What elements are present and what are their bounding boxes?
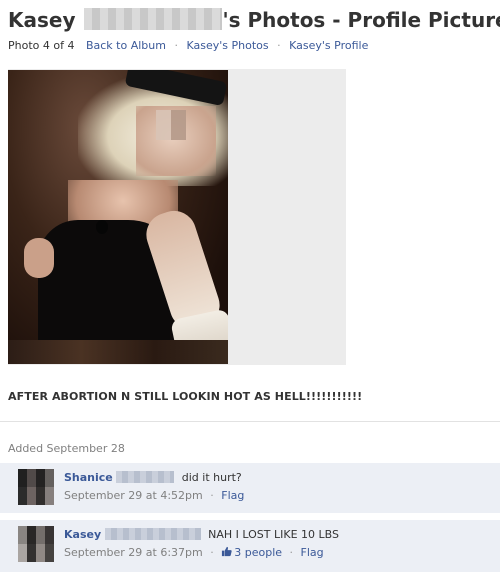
comment-author-link[interactable]: Kasey: [64, 528, 101, 541]
comment-body: Kasey NAH I LOST LIKE 10 LBS: [64, 528, 339, 542]
separator: ·: [174, 39, 178, 52]
avatar[interactable]: [18, 469, 54, 505]
avatar[interactable]: [18, 526, 54, 562]
page-title: Kasey's Photos - Profile Pictures: [8, 6, 494, 34]
comment-text: did it hurt?: [182, 471, 242, 484]
photo-caption: AFTER ABORTION N STILL LOOKIN HOT AS HEL…: [8, 390, 362, 404]
thumbs-up-icon: [221, 546, 232, 557]
comment-item: Kasey NAH I LOST LIKE 10 LBS September 2…: [0, 520, 500, 573]
comment-timestamp: September 29 at 4:52pm: [64, 489, 203, 502]
comment-text: NAH I LOST LIKE 10 LBS: [208, 528, 339, 541]
photo-detail: [24, 238, 54, 278]
photo-navigation: Photo 4 of 4 Back to Album · Kasey's Pho…: [8, 38, 368, 54]
separator: ·: [277, 39, 281, 52]
likes-link[interactable]: 3 people: [221, 546, 285, 559]
comment-body: Shanice did it hurt?: [64, 471, 242, 485]
comment-timestamp: September 29 at 6:37pm: [64, 546, 203, 559]
photo-censor: [156, 110, 186, 140]
divider: [0, 421, 500, 422]
photo-count: Photo 4 of 4: [8, 39, 74, 52]
comment-item: Shanice did it hurt? September 29 at 4:5…: [0, 463, 500, 514]
flag-link[interactable]: Flag: [301, 546, 324, 559]
redacted-surname: [84, 8, 222, 30]
redacted-surname: [105, 528, 201, 540]
comment-meta: September 29 at 6:37pm · 3 people · Flag: [64, 546, 324, 560]
profile-photo[interactable]: [8, 70, 228, 364]
flag-link[interactable]: Flag: [221, 489, 244, 502]
redacted-surname: [116, 471, 174, 483]
user-photos-link[interactable]: Kasey's Photos: [186, 39, 268, 52]
comment-author-link[interactable]: Shanice: [64, 471, 113, 484]
likes-count: 3 people: [234, 546, 282, 559]
photo-detail: [8, 340, 228, 364]
separator: ·: [210, 546, 214, 559]
separator: ·: [290, 546, 294, 559]
comment-meta: September 29 at 4:52pm · Flag: [64, 489, 244, 503]
separator: ·: [210, 489, 214, 502]
photo-detail: [96, 220, 108, 234]
page-title-name: Kasey: [8, 8, 76, 32]
back-to-album-link[interactable]: Back to Album: [86, 39, 166, 52]
user-profile-link[interactable]: Kasey's Profile: [289, 39, 368, 52]
page-title-rest: 's Photos - Profile Pictures: [223, 8, 500, 32]
photo-added-date: Added September 28: [8, 442, 125, 456]
